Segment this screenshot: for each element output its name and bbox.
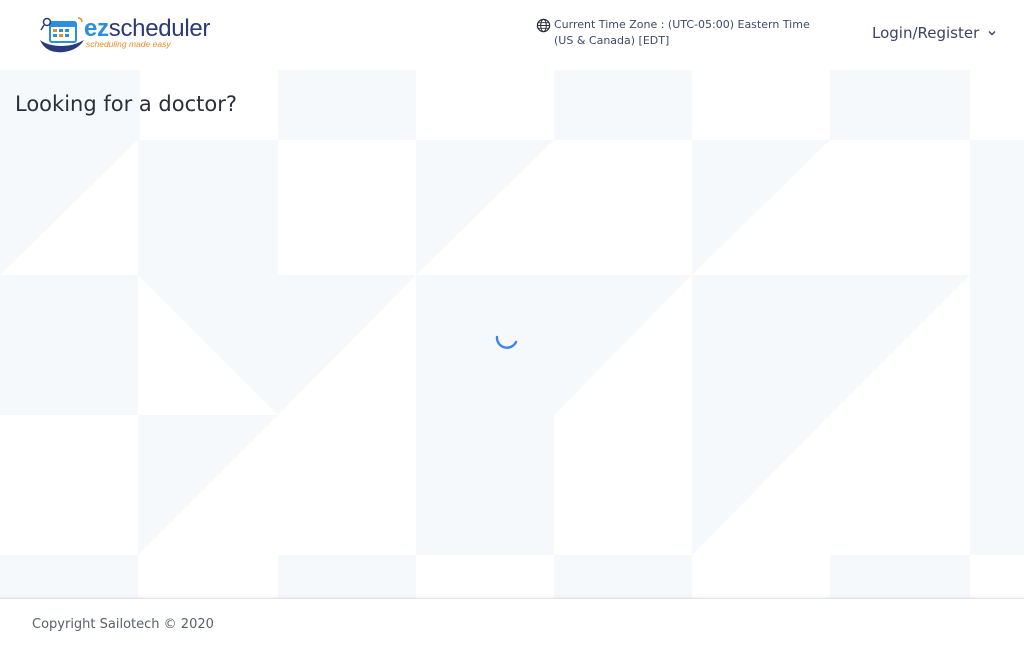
loading-spinner xyxy=(495,335,518,349)
logo-wordmark: ezscheduler xyxy=(84,17,210,41)
header: ezscheduler scheduling made easy Current… xyxy=(0,0,1024,70)
logo-ez: ez xyxy=(84,15,109,42)
login-register-label: Login/Register xyxy=(872,24,980,42)
timezone-indicator: Current Time Zone : (UTC-05:00) Eastern … xyxy=(536,17,826,49)
calendar-logo-icon xyxy=(40,17,84,53)
chevron-down-icon xyxy=(988,31,996,36)
globe-icon xyxy=(536,18,551,33)
logo-tagline: scheduling made easy xyxy=(86,39,171,49)
main-content: Looking for a doctor? xyxy=(0,70,1024,598)
ezscheduler-logo[interactable]: ezscheduler scheduling made easy xyxy=(38,14,213,56)
footer: Copyright Sailotech © 2020 xyxy=(0,598,1024,649)
page-title: Looking for a doctor? xyxy=(15,92,238,116)
login-register-dropdown[interactable]: Login/Register xyxy=(872,24,997,42)
copyright-text: Copyright Sailotech © 2020 xyxy=(32,617,214,632)
logo-scheduler: scheduler xyxy=(108,15,211,42)
timezone-text: Current Time Zone : (UTC-05:00) Eastern … xyxy=(554,18,810,47)
